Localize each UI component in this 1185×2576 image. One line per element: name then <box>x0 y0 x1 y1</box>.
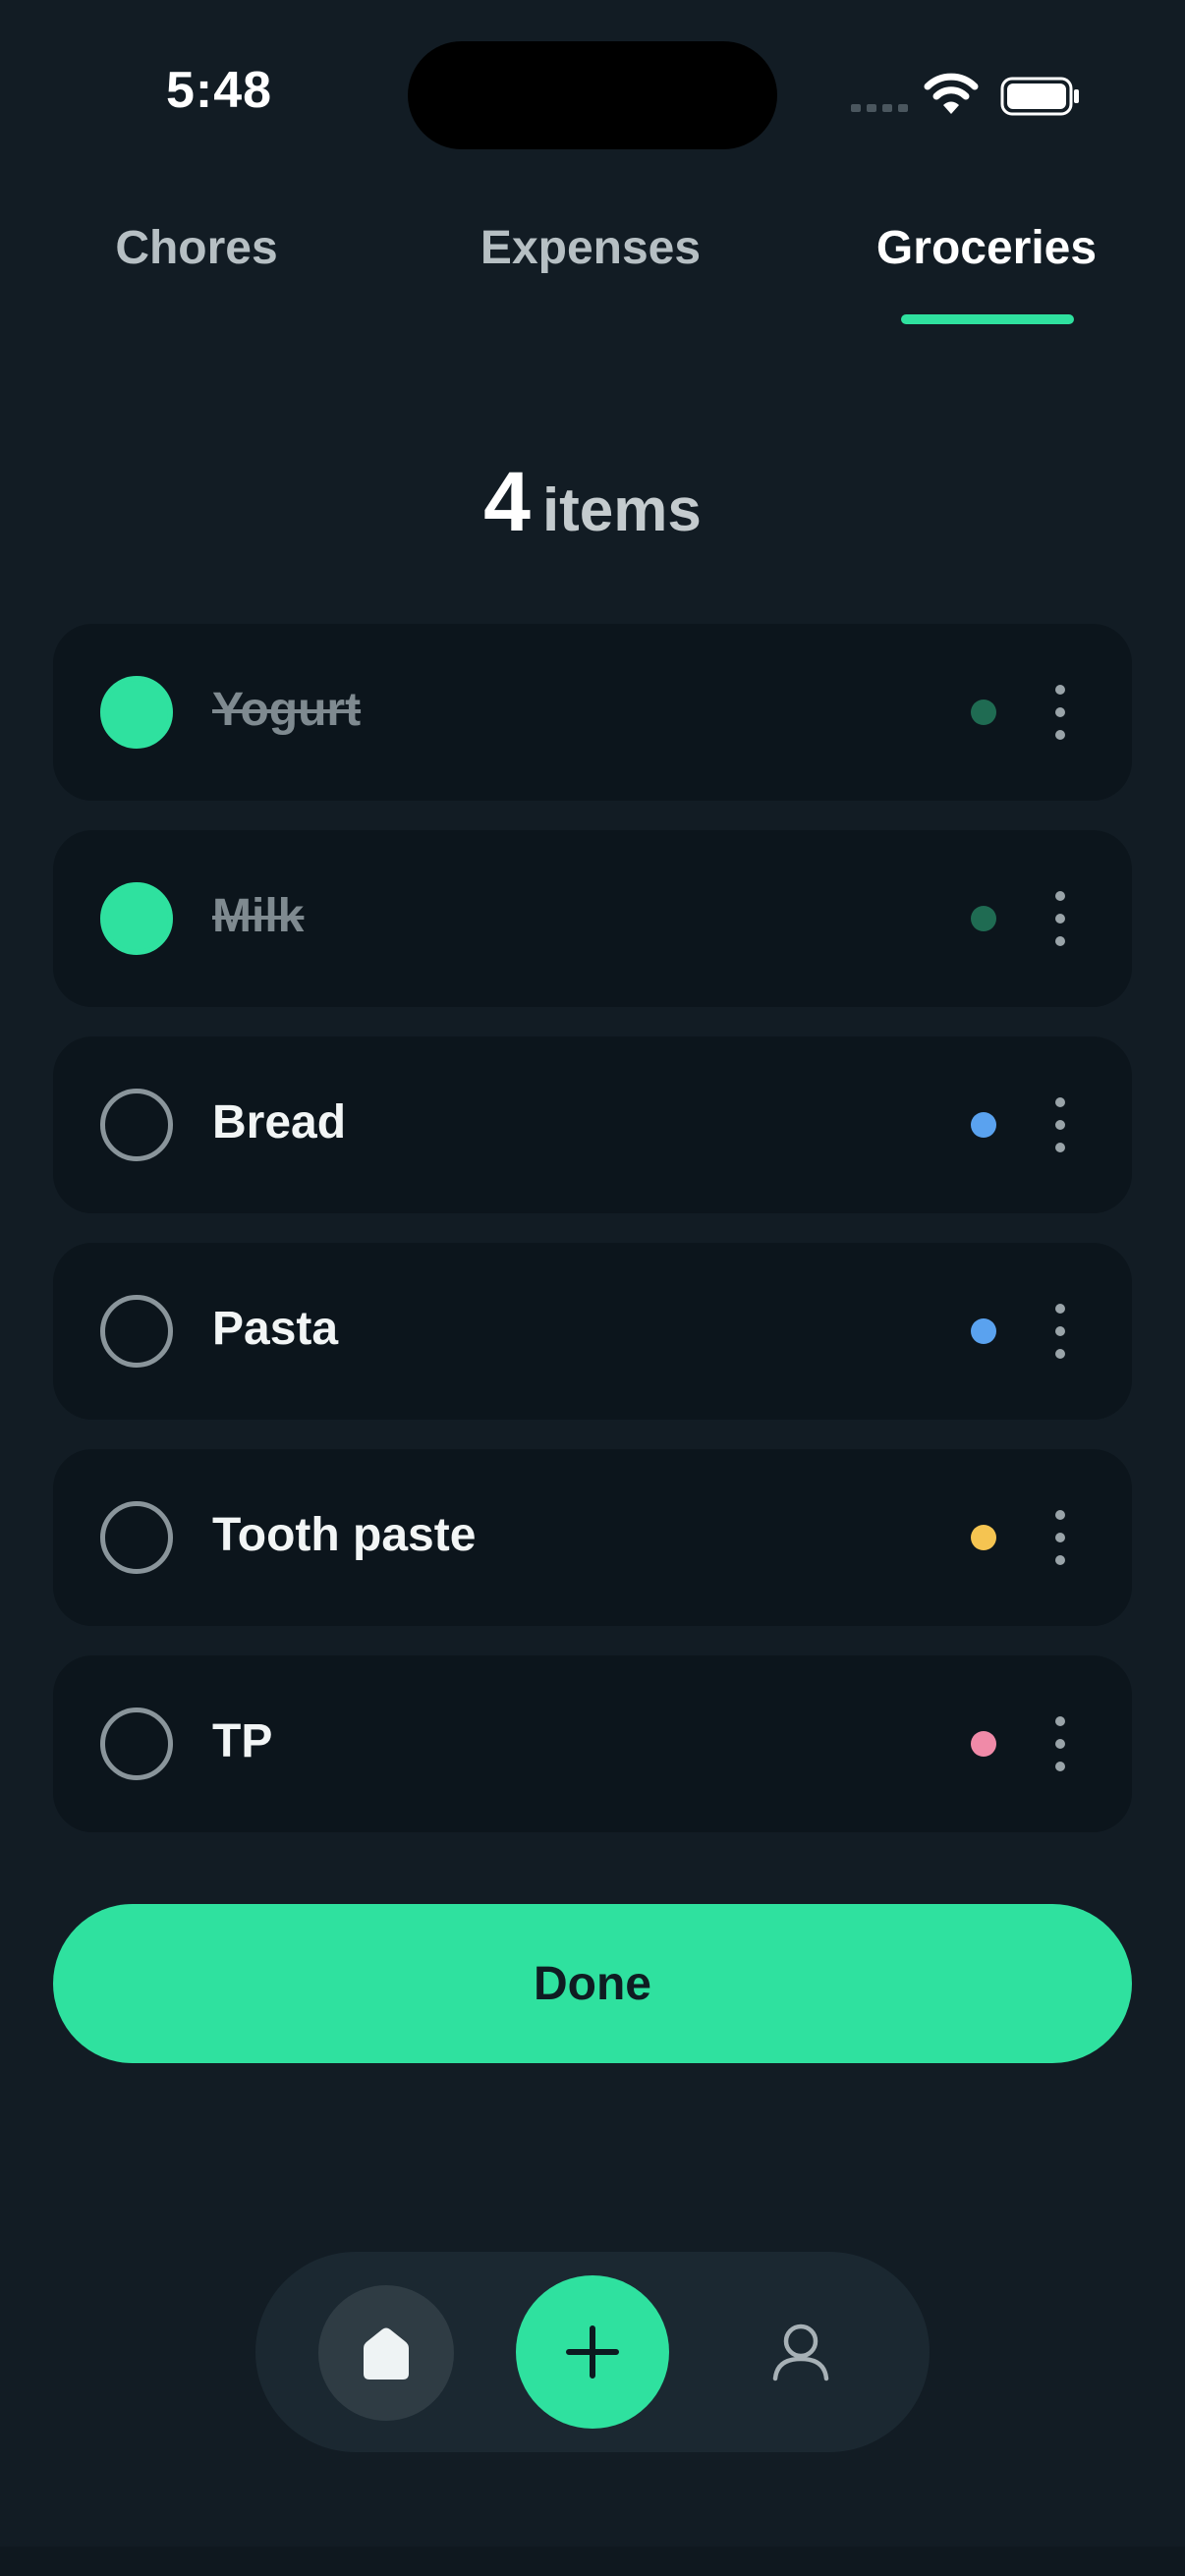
tab-bar: Chores Expenses Groceries <box>0 221 1185 329</box>
category-dot <box>971 1525 996 1550</box>
item-checkbox[interactable] <box>100 1089 173 1161</box>
nav-add-button[interactable] <box>516 2275 669 2429</box>
home-indicator-area <box>0 2547 1185 2576</box>
more-options-icon[interactable] <box>1045 685 1075 740</box>
list-item: TP <box>53 1655 1132 1832</box>
bottom-nav <box>255 2252 930 2452</box>
list-item: Milk <box>53 830 1132 1007</box>
items-count-label: items <box>541 476 702 544</box>
item-label: Pasta <box>212 1303 339 1355</box>
wifi-icon <box>924 73 979 114</box>
item-label: Yogurt <box>212 684 362 736</box>
category-dot <box>971 1731 996 1757</box>
more-options-icon[interactable] <box>1045 1097 1075 1152</box>
item-checkbox[interactable] <box>100 1708 173 1780</box>
nav-home-button[interactable] <box>318 2285 454 2421</box>
list-item: Pasta <box>53 1243 1132 1420</box>
category-dot <box>971 906 996 931</box>
item-label: Bread <box>212 1096 347 1148</box>
groceries-screen: 5:48 Chores Expenses Groceries 4 items Yo… <box>0 0 1185 2576</box>
item-checkbox[interactable] <box>100 882 173 955</box>
tab-chores[interactable]: Chores <box>88 221 305 275</box>
list-item: Tooth paste <box>53 1449 1132 1626</box>
more-options-icon[interactable] <box>1045 891 1075 946</box>
list-item: Bread <box>53 1036 1132 1213</box>
category-dot <box>971 1112 996 1138</box>
category-dot <box>971 700 996 725</box>
done-button[interactable]: Done <box>53 1904 1132 2063</box>
item-checkbox[interactable] <box>100 1295 173 1368</box>
dynamic-island <box>408 41 777 149</box>
battery-icon <box>1000 77 1079 116</box>
list-item: Yogurt <box>53 624 1132 801</box>
grocery-list: Yogurt Milk Bread Pasta Tooth paste TP <box>53 624 1132 1862</box>
item-label: Tooth paste <box>212 1509 477 1561</box>
items-count-number: 4 <box>483 455 531 549</box>
nav-profile-button[interactable] <box>747 2297 855 2405</box>
more-options-icon[interactable] <box>1045 1716 1075 1771</box>
status-time: 5:48 <box>165 62 273 119</box>
more-options-icon[interactable] <box>1045 1304 1075 1359</box>
plus-icon <box>566 2325 619 2379</box>
user-icon <box>772 2324 829 2381</box>
category-dot <box>971 1318 996 1344</box>
item-checkbox[interactable] <box>100 676 173 749</box>
active-tab-indicator <box>901 314 1074 324</box>
more-options-icon[interactable] <box>1045 1510 1075 1565</box>
items-count-heading: 4 items <box>0 454 1185 551</box>
tab-groceries[interactable]: Groceries <box>855 221 1118 275</box>
tab-expenses[interactable]: Expenses <box>452 221 729 275</box>
item-checkbox[interactable] <box>100 1501 173 1574</box>
item-label: Milk <box>212 890 305 942</box>
item-label: TP <box>212 1715 273 1767</box>
cellular-signal-icon <box>851 104 908 112</box>
home-icon <box>364 2327 409 2380</box>
